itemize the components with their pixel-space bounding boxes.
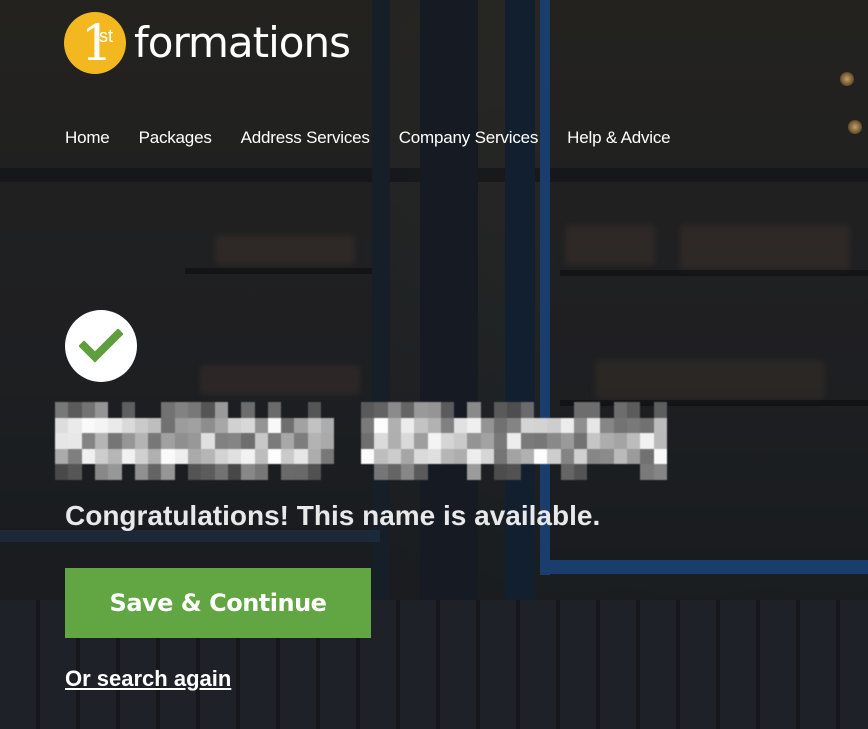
logo-badge: 1 st	[64, 12, 126, 74]
nav-item-packages[interactable]: Packages	[139, 128, 212, 148]
logo-badge-suffix: st	[99, 26, 114, 46]
availability-check-badge	[65, 310, 137, 382]
logo-wordmark: formations	[134, 18, 351, 67]
nav-item-address-services[interactable]: Address Services	[241, 128, 370, 148]
nav-item-home[interactable]: Home	[65, 128, 110, 148]
brand-logo[interactable]: 1 st formations	[64, 12, 351, 74]
search-again-link[interactable]: Or search again	[65, 666, 231, 692]
main-navigation: Home Packages Address Services Company S…	[65, 128, 699, 148]
redacted-company-name	[55, 402, 667, 480]
nav-item-company-services[interactable]: Company Services	[399, 128, 539, 148]
checkmark-icon	[79, 329, 123, 363]
nav-item-help-advice[interactable]: Help & Advice	[567, 128, 670, 148]
availability-message: Congratulations! This name is available.	[65, 500, 601, 531]
save-continue-button[interactable]: Save & Continue	[65, 568, 371, 638]
